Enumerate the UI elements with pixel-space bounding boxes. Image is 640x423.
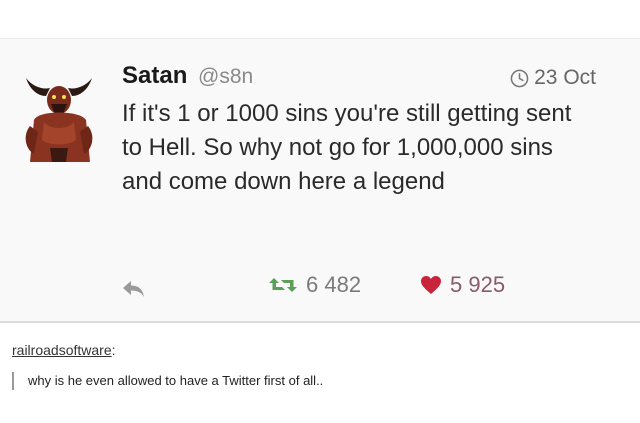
retweet-count: 6 482 [306, 272, 362, 297]
retweet-button[interactable]: 6 482 [268, 272, 361, 298]
comment-colon: : [111, 342, 116, 358]
reply-icon[interactable] [120, 278, 146, 300]
tweet-timestamp[interactable]: 23 Oct [510, 66, 596, 90]
avatar[interactable] [20, 70, 98, 165]
heart-icon [421, 276, 441, 294]
tweet-actions: 6 482 5 925 [0, 272, 640, 306]
author-handle[interactable]: @s8n [198, 65, 253, 88]
like-count: 5 925 [450, 272, 506, 297]
comment-block: railroadsoftware: why is he even allowed… [12, 342, 622, 390]
author-name[interactable]: Satan [122, 62, 187, 89]
comment-text: why is he even allowed to have a Twitter… [12, 372, 622, 390]
retweet-icon [269, 278, 297, 292]
clock-icon [510, 69, 529, 87]
tweet-header: Satan @s8n [122, 62, 253, 90]
tweet-text: If it's 1 or 1000 sins you're still gett… [122, 100, 572, 195]
like-button[interactable]: 5 925 [420, 272, 505, 298]
comment-username[interactable]: railroadsoftware [12, 342, 112, 358]
tweet-time-label: 23 Oct [534, 66, 596, 89]
